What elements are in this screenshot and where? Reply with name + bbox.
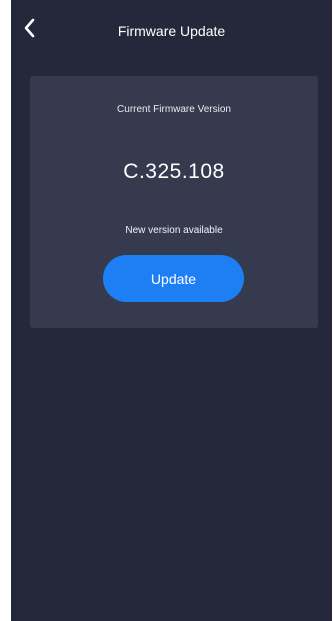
firmware-version-label: Current Firmware Version <box>117 104 231 115</box>
header: Firmware Update <box>11 0 332 62</box>
firmware-update-screen: Firmware Update Current Firmware Version… <box>11 0 332 621</box>
update-status-text: New version available <box>125 225 223 236</box>
firmware-version-value: C.325.108 <box>123 160 225 183</box>
update-button[interactable]: Update <box>103 255 244 302</box>
page-title: Firmware Update <box>117 23 226 39</box>
firmware-card: Current Firmware Version C.325.108 New v… <box>30 76 318 328</box>
